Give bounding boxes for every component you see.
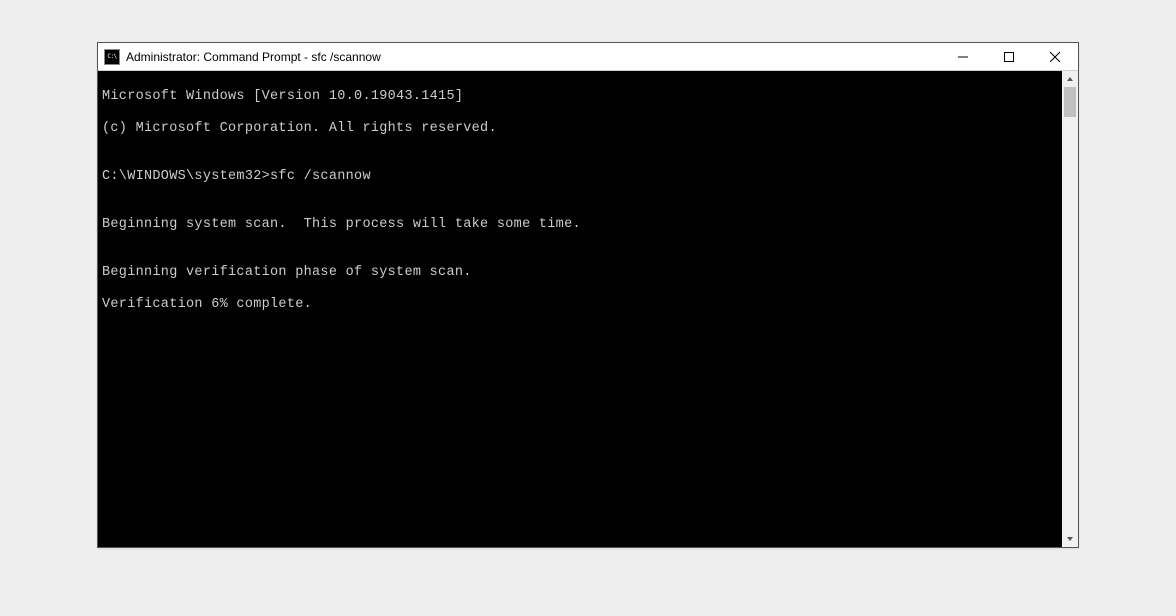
output-line: C:\WINDOWS\system32>sfc /scannow [102, 169, 1058, 185]
scroll-thumb[interactable] [1064, 87, 1076, 117]
command-prompt-icon: C:\ [104, 49, 120, 65]
vertical-scrollbar[interactable] [1062, 71, 1078, 547]
maximize-icon [1004, 52, 1014, 62]
output-line: Microsoft Windows [Version 10.0.19043.14… [102, 89, 1058, 105]
scroll-up-button[interactable] [1062, 71, 1078, 87]
output-line: (c) Microsoft Corporation. All rights re… [102, 121, 1058, 137]
minimize-icon [958, 52, 968, 62]
scroll-down-button[interactable] [1062, 531, 1078, 547]
icon-glyph: C:\ [107, 53, 116, 60]
terminal-output[interactable]: Microsoft Windows [Version 10.0.19043.14… [98, 71, 1062, 547]
minimize-button[interactable] [940, 43, 986, 70]
window-title: Administrator: Command Prompt - sfc /sca… [126, 50, 940, 64]
command-prompt-window: C:\ Administrator: Command Prompt - sfc … [97, 42, 1079, 548]
output-line: Beginning system scan. This process will… [102, 217, 1058, 233]
window-controls [940, 43, 1078, 70]
terminal-area: Microsoft Windows [Version 10.0.19043.14… [98, 71, 1078, 547]
maximize-button[interactable] [986, 43, 1032, 70]
titlebar[interactable]: C:\ Administrator: Command Prompt - sfc … [98, 43, 1078, 71]
chevron-down-icon [1066, 535, 1074, 543]
output-line: Beginning verification phase of system s… [102, 265, 1058, 281]
chevron-up-icon [1066, 75, 1074, 83]
close-button[interactable] [1032, 43, 1078, 70]
output-line: Verification 6% complete. [102, 297, 1058, 313]
close-icon [1050, 52, 1060, 62]
